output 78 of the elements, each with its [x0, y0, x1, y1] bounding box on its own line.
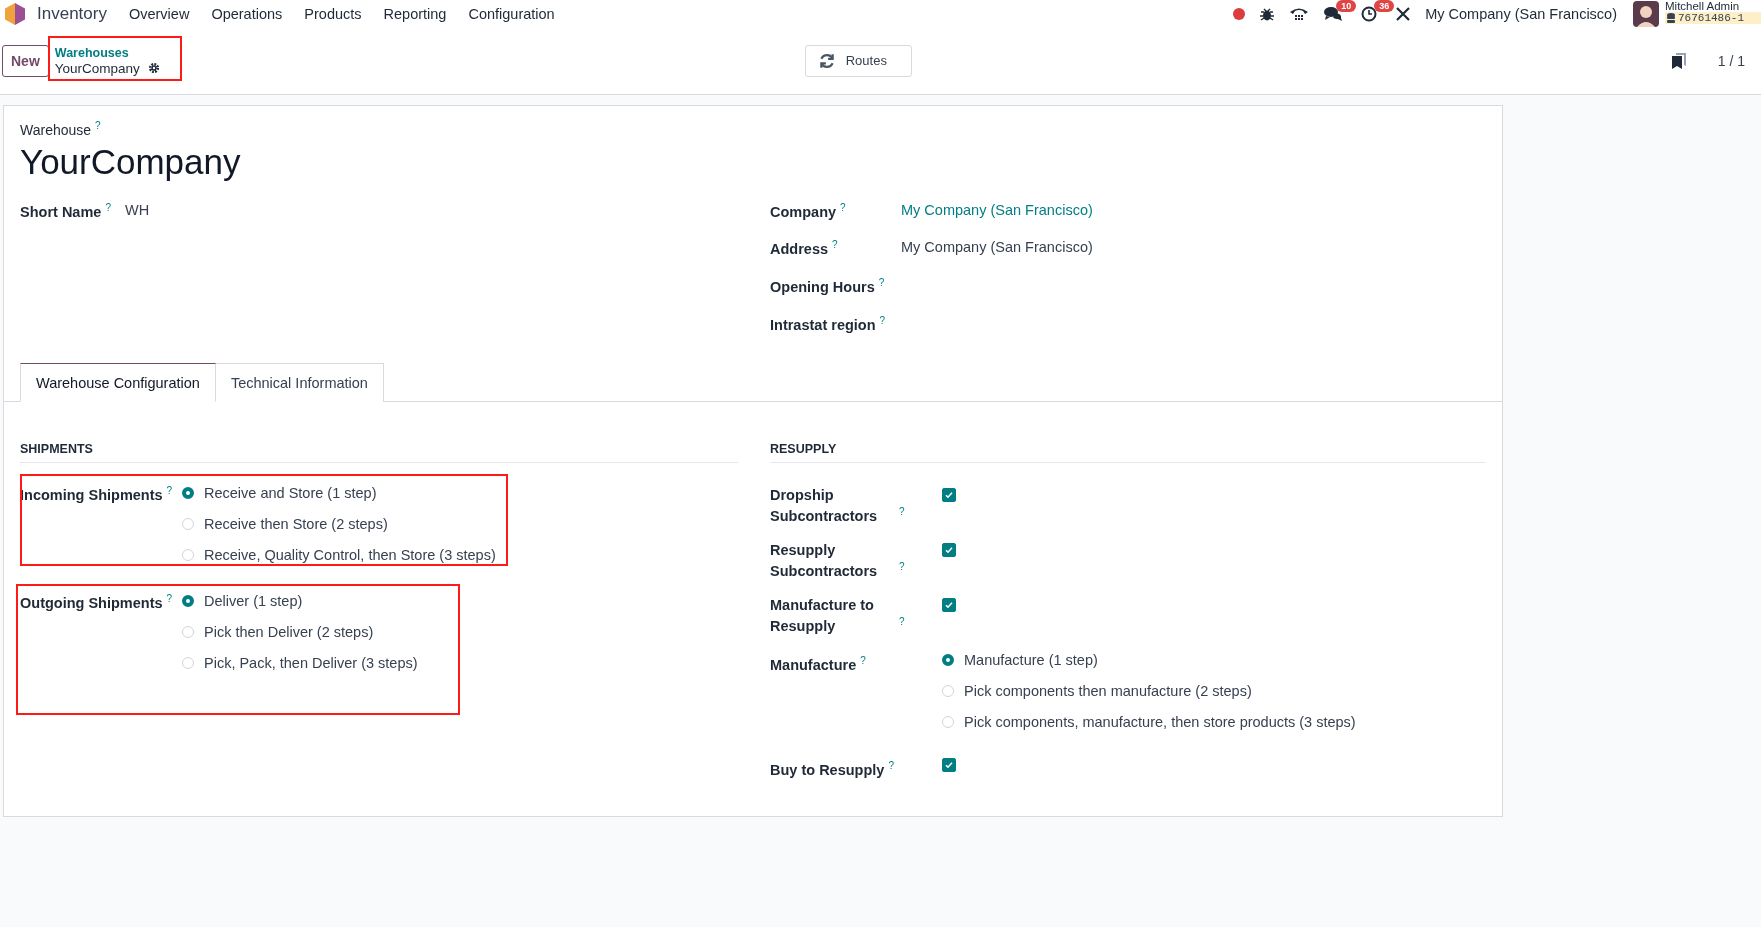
field-value: My Company (San Francisco) — [901, 239, 1093, 256]
option-label[interactable]: Manufacture (1 step) — [964, 651, 1098, 668]
help-mark[interactable]: ? — [878, 277, 885, 289]
refresh-icon — [817, 51, 836, 70]
record-title: YourCompany — [20, 141, 242, 182]
help-mark[interactable]: ? — [166, 592, 173, 604]
help-mark[interactable]: ? — [840, 201, 846, 213]
user-name[interactable]: Mitchell Admin — [1665, 0, 1761, 12]
form-tab[interactable]: Technical Information — [215, 362, 384, 402]
help-mark[interactable]: ? — [899, 506, 905, 518]
breadcrumb-link[interactable]: Warehouses — [54, 45, 160, 61]
menu-item[interactable]: Operations — [211, 5, 283, 22]
field-label: Warehouse — [20, 121, 92, 138]
field-label: Dropship Subcontractors — [770, 485, 879, 526]
field-label: Intrastat region — [770, 316, 876, 333]
option-label[interactable]: Pick components, manufacture, then store products (3 steps) — [964, 713, 1356, 730]
checkbox[interactable] — [942, 542, 956, 557]
field-label: Manufacture — [770, 655, 857, 675]
field-label: Outgoing Shipments — [20, 594, 163, 611]
form-tab[interactable]: Warehouse Configuration — [20, 362, 216, 402]
bookmark-icon[interactable] — [1671, 52, 1686, 69]
avatar-icon[interactable] — [1633, 0, 1659, 27]
option-label[interactable]: Pick then Deliver (2 steps) — [204, 623, 374, 640]
field-label: Resupply Subcontractors — [770, 540, 879, 581]
field-link[interactable]: My Company (San Francisco) — [901, 201, 1093, 218]
record-dot-icon[interactable] — [1233, 7, 1246, 20]
field-label: Company — [770, 203, 837, 220]
checkbox[interactable] — [942, 487, 956, 502]
field-label: Address — [770, 241, 829, 258]
settings-icon[interactable] — [147, 62, 160, 74]
checkmark-icon — [944, 489, 954, 500]
help-mark[interactable]: ? — [899, 561, 905, 573]
help-mark[interactable]: ? — [166, 484, 173, 496]
app-logo-icon[interactable] — [5, 2, 25, 25]
pager-value: 1 / 1 — [1717, 52, 1745, 69]
help-mark[interactable]: ? — [888, 759, 894, 771]
clock-icon[interactable] — [1361, 5, 1378, 22]
help-mark[interactable]: ? — [95, 120, 101, 131]
checkmark-icon — [944, 544, 954, 555]
message-count-badge: 10 — [1336, 0, 1357, 12]
field-value: WH — [125, 201, 150, 218]
checkmark-icon — [944, 599, 954, 610]
routes-button[interactable]: Routes — [804, 44, 912, 77]
field-label: Short Name — [20, 203, 102, 220]
help-mark[interactable]: ? — [899, 616, 905, 628]
radio-button[interactable] — [182, 594, 194, 607]
checkbox[interactable] — [942, 597, 956, 612]
field-label: Buy to Resupply — [770, 760, 885, 780]
section-heading: RESUPPLY — [770, 441, 1486, 463]
help-mark[interactable]: ? — [832, 239, 838, 251]
checkmark-icon — [944, 759, 954, 770]
menu-item[interactable]: Reporting — [383, 5, 447, 22]
checkbox[interactable] — [942, 757, 956, 772]
field-label: Manufacture to Resupply — [770, 595, 875, 636]
help-mark[interactable]: ? — [105, 201, 111, 213]
breadcrumb-current: YourCompany — [54, 60, 140, 76]
option-label[interactable]: Pick components then manufacture (2 steps) — [964, 682, 1252, 699]
help-mark[interactable]: ? — [879, 315, 886, 327]
option-label[interactable]: Receive and Store (1 step) — [204, 484, 377, 501]
section-heading: SHIPMENTS — [20, 441, 738, 463]
company-switcher[interactable]: My Company (San Francisco) — [1425, 5, 1617, 22]
database-name: 76761486-1 — [1665, 12, 1761, 24]
radio-button[interactable] — [182, 486, 194, 499]
radio-button[interactable] — [942, 653, 954, 666]
field-label: Opening Hours — [770, 279, 875, 296]
help-mark[interactable]: ? — [860, 654, 866, 666]
menu-item[interactable]: Configuration — [468, 5, 555, 22]
menu-item[interactable]: Products — [304, 5, 362, 22]
new-button[interactable]: New — [2, 44, 49, 77]
field-label: Incoming Shipments — [20, 486, 163, 503]
option-label[interactable]: Receive, Quality Control, then Store (3 steps) — [204, 546, 496, 563]
activity-count-badge: 36 — [1374, 0, 1395, 12]
option-label[interactable]: Receive then Store (2 steps) — [204, 515, 388, 532]
option-label[interactable]: Pick, Pack, then Deliver (3 steps) — [204, 654, 418, 671]
menu-item[interactable]: Overview — [128, 5, 190, 22]
app-name[interactable]: Inventory — [37, 3, 107, 24]
option-label[interactable]: Deliver (1 step) — [204, 592, 303, 609]
database-icon — [1667, 13, 1675, 23]
